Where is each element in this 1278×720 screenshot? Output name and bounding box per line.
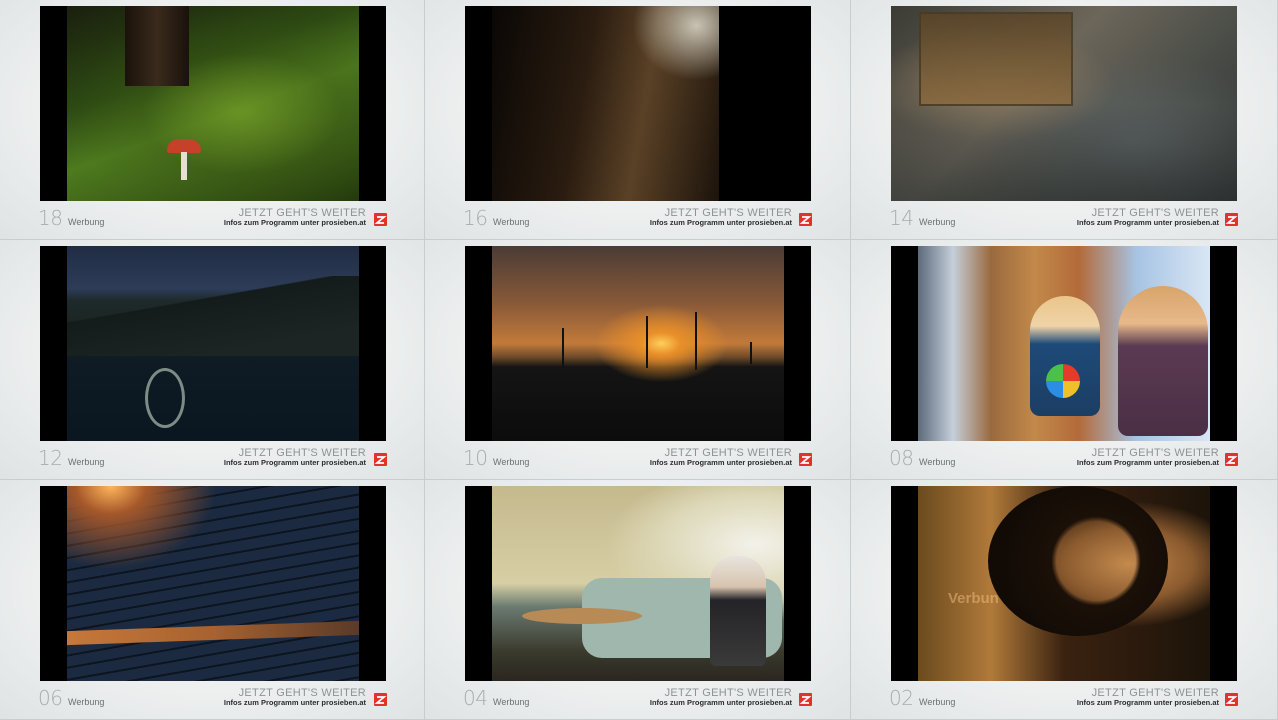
hair-closeup-image (492, 6, 719, 201)
sun-reflection (67, 620, 359, 646)
werbung-label: Werbung (68, 217, 105, 227)
wind-turbine (646, 316, 648, 368)
info-text: Infos zum Programm unter prosieben.at (649, 458, 792, 467)
countdown-number: 18 (38, 206, 63, 230)
ad-panel: 08 Werbung JETZT GEHT'S WEITER Infos zum… (851, 240, 1278, 480)
video-frame (40, 6, 386, 201)
countdown-number: 02 (889, 686, 914, 710)
video-frame: Verbun (891, 486, 1237, 681)
wind-turbine (562, 328, 564, 368)
info-text: Infos zum Programm unter prosieben.at (1076, 458, 1219, 467)
info-text: Infos zum Programm unter prosieben.at (649, 218, 792, 227)
hair-silhouette (988, 486, 1168, 636)
tree-trunk (125, 6, 189, 86)
ad-panel: 04 Werbung JETZT GEHT'S WEITER Infos zum… (425, 480, 851, 720)
werbung-label: Werbung (919, 697, 956, 707)
dam-graffiti (145, 368, 185, 428)
elderly-woman (710, 556, 766, 666)
solar-panels-image (67, 486, 359, 681)
prosieben-logo-icon (799, 453, 812, 466)
video-frame (891, 246, 1237, 441)
ad-panel: 10 Werbung JETZT GEHT'S WEITER Infos zum… (425, 240, 851, 480)
mushroom-cap (167, 139, 201, 153)
countdown-number: 04 (463, 686, 488, 710)
prosieben-logo-icon (1225, 213, 1238, 226)
prosieben-logo-icon (374, 453, 387, 466)
info-text: Infos zum Programm unter prosieben.at (1076, 218, 1219, 227)
ad-break-grid: 18 Werbung JETZT GEHT'S WEITER Infos zum… (0, 0, 1278, 720)
mountain-lake-image (67, 246, 359, 441)
prosieben-logo-icon (374, 693, 387, 706)
wind-turbines-image (492, 246, 784, 441)
portrait-image: Verbun (918, 486, 1210, 681)
coffee-table (522, 608, 642, 624)
prosieben-logo-icon (1225, 693, 1238, 706)
children-scooter-image (918, 246, 1210, 441)
video-frame (465, 6, 811, 201)
video-frame (40, 246, 386, 441)
info-text: Infos zum Programm unter prosieben.at (223, 218, 366, 227)
info-text: Infos zum Programm unter prosieben.at (223, 458, 366, 467)
werbung-label: Werbung (493, 217, 530, 227)
werbung-label: Werbung (919, 457, 956, 467)
living-room-image (492, 486, 784, 681)
video-frame (891, 6, 1237, 201)
child-figure (1030, 296, 1100, 416)
info-text: Infos zum Programm unter prosieben.at (223, 698, 366, 707)
prosieben-logo-icon (1225, 453, 1238, 466)
video-frame (465, 486, 811, 681)
countdown-number: 14 (889, 206, 914, 230)
ad-panel: 18 Werbung JETZT GEHT'S WEITER Infos zum… (0, 0, 425, 240)
wind-turbine (695, 312, 697, 370)
prosieben-logo-icon (799, 693, 812, 706)
video-frame (40, 486, 386, 681)
werbung-label: Werbung (68, 697, 105, 707)
collage-window (919, 12, 1073, 106)
countdown-number: 08 (889, 446, 914, 470)
wind-turbine (750, 342, 752, 364)
countdown-number: 06 (38, 686, 63, 710)
info-text: Infos zum Programm unter prosieben.at (1076, 698, 1219, 707)
ad-panel: 12 Werbung JETZT GEHT'S WEITER Infos zum… (0, 240, 425, 480)
ad-panel: 14 Werbung JETZT GEHT'S WEITER Infos zum… (851, 0, 1278, 240)
werbung-label: Werbung (919, 217, 956, 227)
werbung-label: Werbung (493, 457, 530, 467)
countdown-number: 10 (463, 446, 488, 470)
mushroom-stem (181, 152, 187, 180)
forest-mushroom-image (67, 6, 359, 201)
video-frame (465, 246, 811, 441)
werbung-label: Werbung (68, 457, 105, 467)
child-figure (1118, 286, 1208, 436)
ad-panel: Verbun 02 Werbung JETZT GEHT'S WEITER In… (851, 480, 1278, 720)
werbung-label: Werbung (493, 697, 530, 707)
pinwheel (1046, 364, 1080, 398)
countdown-number: 16 (463, 206, 488, 230)
countdown-number: 12 (38, 446, 63, 470)
mountain-shape (67, 276, 359, 356)
collage-image (891, 6, 1237, 201)
prosieben-logo-icon (374, 213, 387, 226)
overlay-text: Verbun (948, 590, 999, 607)
info-text: Infos zum Programm unter prosieben.at (649, 698, 792, 707)
ad-panel: 06 Werbung JETZT GEHT'S WEITER Infos zum… (0, 480, 425, 720)
prosieben-logo-icon (799, 213, 812, 226)
ad-panel: 16 Werbung JETZT GEHT'S WEITER Infos zum… (425, 0, 851, 240)
